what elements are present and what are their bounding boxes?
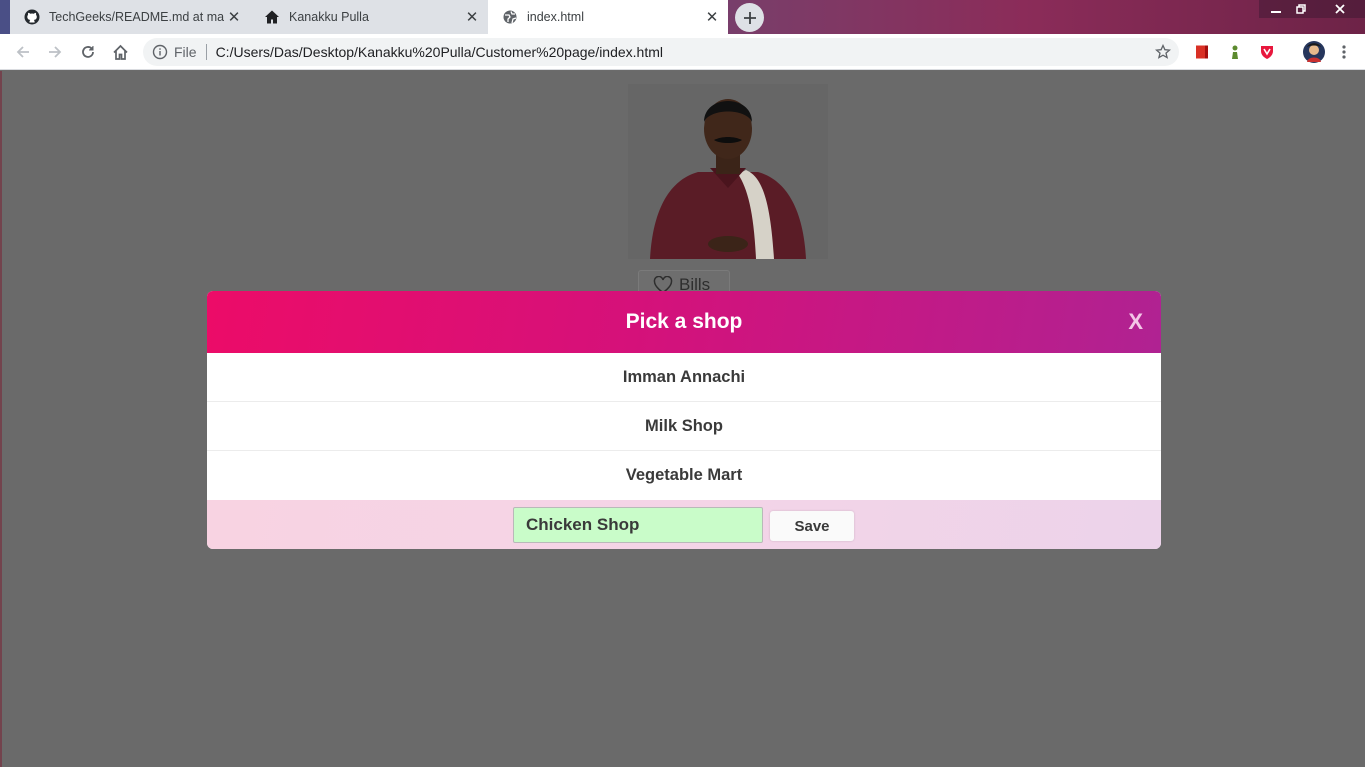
restore-icon[interactable] xyxy=(1287,0,1315,18)
extension-book-icon[interactable] xyxy=(1193,43,1211,61)
new-shop-input[interactable] xyxy=(513,507,763,543)
info-icon[interactable] xyxy=(152,44,168,60)
home-icon[interactable] xyxy=(106,38,134,66)
menu-kebab-icon[interactable] xyxy=(1335,43,1353,61)
bookmark-star-icon[interactable] xyxy=(1153,42,1173,62)
tab-title: Kanakku Pulla xyxy=(289,10,369,24)
save-button[interactable]: Save xyxy=(770,511,854,541)
shop-option-vegetable-mart[interactable]: Vegetable Mart xyxy=(207,451,1161,500)
close-tab-icon[interactable]: ✕ xyxy=(462,7,482,27)
divider xyxy=(205,44,207,60)
scheme-label: File xyxy=(174,44,197,60)
close-modal-button[interactable]: X xyxy=(1128,309,1143,335)
extension-chess-icon[interactable] xyxy=(1226,43,1244,61)
reload-icon[interactable] xyxy=(74,38,102,66)
shop-option-imman-annachi[interactable]: Imman Annachi xyxy=(207,353,1161,402)
browser-tab-strip: TechGeeks/README.md at maste ✕ Kanakku P… xyxy=(0,0,1365,34)
back-icon[interactable] xyxy=(9,38,37,66)
shop-option-milk-shop[interactable]: Milk Shop xyxy=(207,402,1161,451)
globe-icon xyxy=(502,9,518,25)
browser-toolbar: File C:/Users/Das/Desktop/Kanakku%20Pull… xyxy=(0,34,1365,70)
tab-title: TechGeeks/README.md at maste xyxy=(49,10,224,24)
modal-header: Pick a shop X xyxy=(207,291,1161,353)
minimize-icon[interactable] xyxy=(1262,0,1290,18)
close-window-icon[interactable] xyxy=(1326,0,1354,18)
profile-photo xyxy=(628,84,828,259)
pick-shop-modal: Pick a shop X Imman Annachi Milk Shop Ve… xyxy=(207,291,1161,549)
address-bar[interactable]: File C:/Users/Das/Desktop/Kanakku%20Pull… xyxy=(143,38,1179,66)
page-edge xyxy=(0,71,2,767)
close-tab-icon[interactable]: ✕ xyxy=(702,7,722,27)
tab-kanakku-pulla[interactable]: Kanakku Pulla ✕ xyxy=(250,0,488,34)
new-tab-button[interactable] xyxy=(735,3,764,32)
modal-title: Pick a shop xyxy=(625,310,743,333)
close-tab-icon[interactable]: ✕ xyxy=(224,7,244,27)
url-text[interactable]: C:/Users/Das/Desktop/Kanakku%20Pulla/Cus… xyxy=(216,44,1153,60)
tab-title: index.html xyxy=(527,10,584,24)
modal-footer: Save xyxy=(207,500,1161,549)
tab-index-html[interactable]: index.html ✕ xyxy=(488,0,728,34)
tab-techgeeks[interactable]: TechGeeks/README.md at maste ✕ xyxy=(10,0,250,34)
github-icon xyxy=(24,9,40,25)
forward-icon[interactable] xyxy=(41,38,69,66)
extension-shield-icon[interactable] xyxy=(1258,43,1276,61)
avatar[interactable] xyxy=(1303,41,1325,63)
home-icon xyxy=(264,9,280,25)
